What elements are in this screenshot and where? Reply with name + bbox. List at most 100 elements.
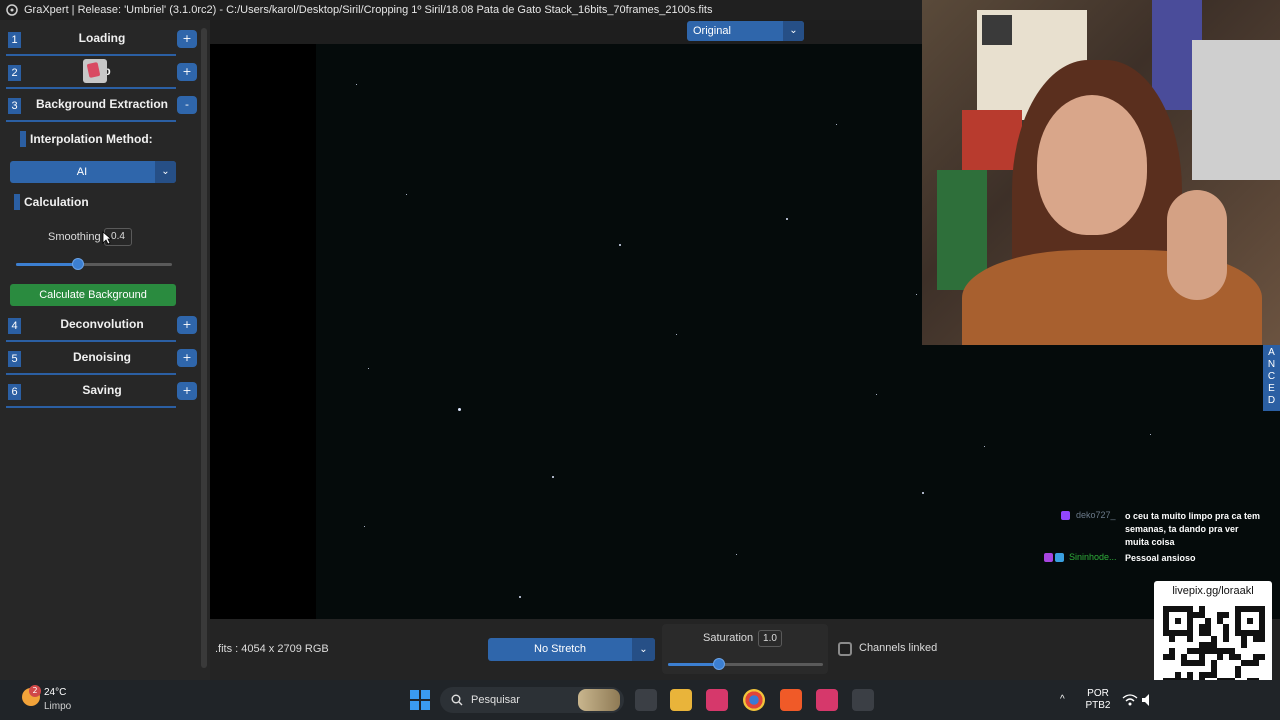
star [786,218,788,220]
interpolation-method-text: Interpolation Method: [30,132,153,146]
step-number: 6 [8,384,21,400]
slider-fill [16,263,78,266]
star [916,294,917,295]
section-marker [20,131,26,147]
sidebar-scrollbar[interactable] [201,28,207,668]
expand-button[interactable]: + [177,30,197,48]
qr-module [1241,642,1247,648]
side-tab-letter: E [1268,383,1275,394]
file-explorer-icon[interactable] [670,689,692,711]
expand-button[interactable]: + [177,63,197,81]
platform-badge-icon [1055,553,1064,562]
stretch-value: No Stretch [534,643,586,655]
step-crop[interactable]: 2 op + [0,58,200,89]
stretch-select[interactable]: No Stretch ⌄ [488,638,655,661]
star [922,492,924,494]
qr-module [1187,636,1193,642]
search-icon [451,694,463,706]
qr-module [1223,612,1229,618]
chat-username: Sininhode... [1069,552,1117,562]
channels-linked-checkbox[interactable] [838,642,852,656]
star [836,124,837,125]
chevron-down-icon[interactable]: ⌄ [155,161,176,183]
task-view-icon[interactable] [635,689,657,711]
section-marker [14,194,20,210]
webcam-overlay [922,0,1280,345]
step-loading[interactable]: 1 Loading + [0,25,200,56]
interpolation-method-select[interactable]: AI ⌄ [10,161,176,183]
side-tab[interactable]: A N C E D [1263,345,1280,411]
expand-button[interactable]: + [177,316,197,334]
step-divider [6,340,176,342]
side-tab-letter: A [1268,347,1275,358]
step-number: 5 [8,351,21,367]
step-divider [6,406,176,408]
side-tab-letter: C [1267,371,1276,382]
windows-start-icon[interactable] [410,690,430,710]
saturation-value-field[interactable]: 1.0 [758,630,782,647]
search-highlight-image [578,689,620,711]
step-denoising[interactable]: 5 Denoising + [0,344,200,375]
calculation-text: Calculation [24,195,89,209]
graxpert-app-icon [6,4,18,16]
chrome-icon[interactable] [743,689,765,711]
chat-message: Pessoal ansioso [1125,553,1196,563]
star [876,394,877,395]
interpolation-method-value: AI [76,166,88,178]
qr-module [1223,636,1229,642]
person-hand [1167,190,1227,300]
window-title: GraXpert | Release: 'Umbriel' (3.1.0rc2)… [24,4,713,16]
brave-icon[interactable] [780,689,802,711]
step-label: Background Extraction [35,97,169,111]
step-saving[interactable]: 6 Saving + [0,377,200,408]
star [356,84,357,85]
step-label: Saving [82,383,122,397]
chevron-down-icon[interactable]: ⌄ [632,638,655,661]
notification-badge: 2 [29,685,41,697]
view-mode-select[interactable]: Original ⌄ [687,21,804,41]
slider-fill [668,663,719,666]
qr-module [1217,654,1223,660]
expand-button[interactable]: + [177,349,197,367]
step-number: 3 [8,98,21,114]
shelf-item [982,15,1012,45]
step-deconvolution[interactable]: 4 Deconvolution + [0,311,200,342]
collapse-button[interactable]: - [177,96,197,114]
qr-module [1259,654,1265,660]
expand-button[interactable]: + [177,382,197,400]
graxpert-taskbar-icon[interactable] [852,689,874,711]
crop-tool-icon [83,59,107,83]
calculate-background-button[interactable]: Calculate Background [10,284,176,306]
chair [1192,40,1280,180]
star [676,334,677,335]
slider-handle[interactable] [72,258,84,270]
language-indicator[interactable]: POR PTB2 [1085,688,1111,712]
qr-module [1175,618,1181,624]
mouse-cursor-icon [102,231,112,245]
star [519,596,521,598]
star [736,554,737,555]
person-face [1037,95,1147,235]
star [364,526,365,527]
file-info: .fits : 4054 x 2709 RGB [215,643,329,655]
canvas-margin [210,44,316,619]
subscriber-badge-icon [1044,553,1053,562]
step-background-extraction[interactable]: 3 Background Extraction - [0,91,200,122]
side-tab-letter: N [1267,359,1276,370]
wifi-icon[interactable] [1122,693,1138,707]
qr-module [1235,672,1241,678]
step-label: Deconvolution [60,317,144,331]
smoothing-label: Smoothing [48,231,101,243]
chevron-down-icon[interactable]: ⌄ [783,21,804,41]
temperature: 24°C [44,687,67,698]
step-number: 1 [8,32,21,48]
volume-icon[interactable] [1141,693,1151,707]
slider-handle[interactable] [713,658,725,670]
app-icon[interactable] [706,689,728,711]
step-divider [6,373,176,375]
platform-badge-icon [1061,511,1070,520]
viewer-toolbar [210,20,922,44]
keyboard-layout: PTB2 [1085,700,1111,711]
tray-overflow-icon[interactable]: ^ [1060,694,1065,706]
app-icon[interactable] [816,689,838,711]
